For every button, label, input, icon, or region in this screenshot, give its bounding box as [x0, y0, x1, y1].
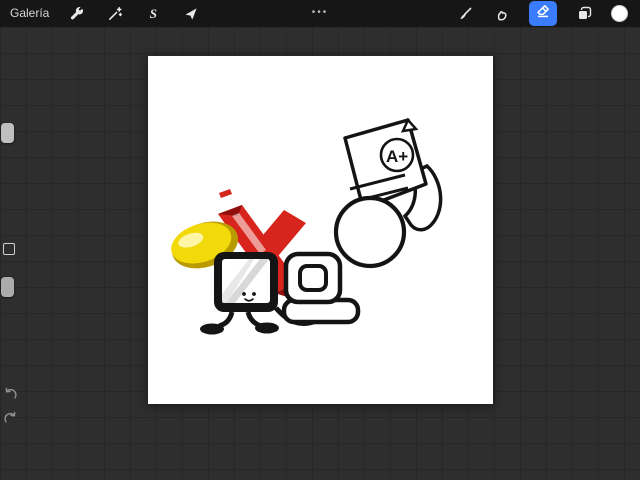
opacity-slider-handle[interactable]: [1, 277, 14, 297]
canvas-options-button[interactable]: •••: [312, 0, 329, 26]
toolbar-right-group: [455, 1, 640, 26]
tablet-device: [284, 254, 358, 322]
artwork: A+: [148, 56, 493, 404]
redo-button[interactable]: [3, 411, 18, 426]
wrench-icon: [69, 6, 85, 22]
brush-size-slider-handle[interactable]: [1, 123, 14, 143]
paint-button[interactable]: [455, 4, 475, 24]
layers-button[interactable]: [574, 4, 594, 24]
erase-button[interactable]: [529, 1, 557, 26]
transform-arrow-icon: [183, 6, 199, 22]
adjustments-button[interactable]: [105, 4, 125, 24]
drawing-canvas[interactable]: A+: [148, 56, 493, 404]
selection-button[interactable]: S: [143, 4, 163, 24]
procreate-app: { "app": { "accent_color": "#3a7cfd", "t…: [0, 0, 640, 480]
grade-text: A+: [386, 147, 408, 166]
undo-button[interactable]: [3, 387, 18, 402]
selection-s-icon: S: [150, 6, 157, 22]
modify-button[interactable]: [3, 243, 15, 255]
red-dash: [219, 189, 232, 198]
smudge-finger-icon: [494, 6, 510, 22]
gallery-button[interactable]: Galería: [10, 0, 49, 27]
magic-wand-icon: [107, 6, 123, 22]
brush-icon: [457, 6, 473, 22]
redo-icon: [3, 413, 18, 430]
actions-button[interactable]: [67, 4, 87, 24]
undo-icon: [3, 389, 18, 406]
color-button[interactable]: [611, 5, 628, 22]
eraser-icon: [535, 3, 551, 24]
top-toolbar: Galería S: [0, 0, 640, 27]
layers-icon: [576, 5, 593, 22]
smudge-button[interactable]: [492, 4, 512, 24]
head-circle: [336, 198, 404, 266]
transform-button[interactable]: [181, 4, 201, 24]
toolbar-left-group: Galería S: [0, 0, 201, 27]
